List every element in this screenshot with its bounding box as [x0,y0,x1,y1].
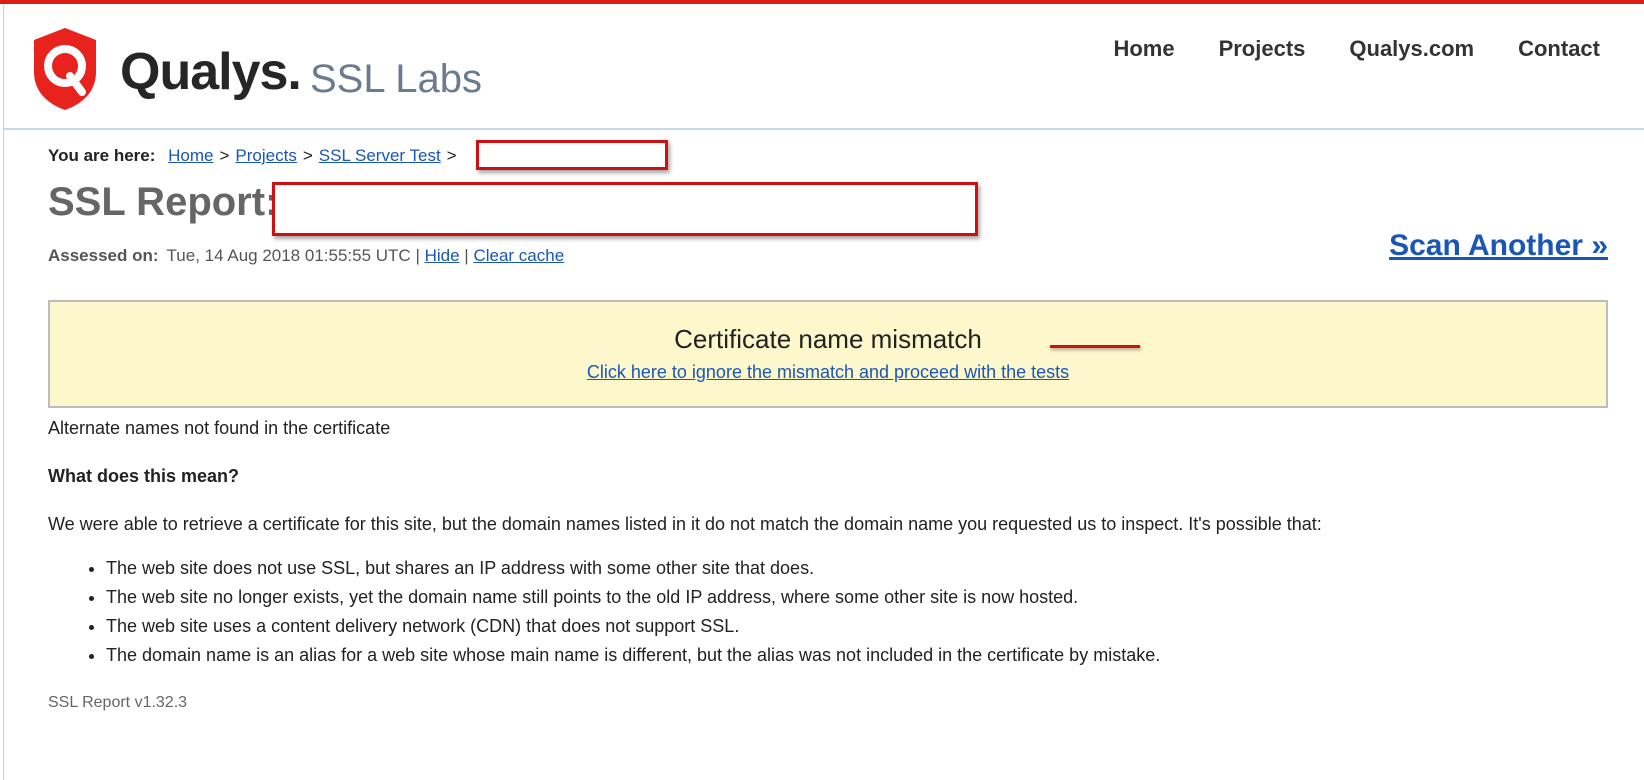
header-divider [4,128,1644,130]
list-item: The web site no longer exists, yet the d… [106,583,1160,612]
alternate-names-text: Alternate names not found in the certifi… [48,418,391,438]
assessed-timestamp: Tue, 14 Aug 2018 01:55:55 UTC [166,246,411,265]
top-nav: Home Projects Qualys.com Contact [1113,34,1600,64]
page-title: SSL Report: [48,180,279,224]
qualys-shield-icon[interactable] [30,26,100,112]
breadcrumb-separator: > [446,146,457,165]
nav-qualys-com[interactable]: Qualys.com [1349,34,1474,64]
breadcrumb-lead: You are here: [48,146,156,165]
ignore-mismatch-link[interactable]: Click here to ignore the mismatch and pr… [587,362,1069,382]
assessment-info: Assessed on: Tue, 14 Aug 2018 01:55:55 UT… [48,244,564,268]
site-header: Qualys. SSL Labs Home Projects Qualys.co… [0,4,1644,129]
scan-another-link[interactable]: Scan Another » [1389,226,1608,266]
explanation-text: We were able to retrieve a certificate f… [48,514,1322,534]
brand-name[interactable]: Qualys. [120,32,302,112]
breadcrumb-projects[interactable]: Projects [235,146,296,165]
reasons-list: The web site does not use SSL, but share… [48,554,1160,670]
product-name: SSL Labs [310,57,482,101]
mismatch-warning-box: Certificate name mismatch Click here to … [48,300,1608,408]
breadcrumb-separator: > [219,146,230,165]
redacted-hostname-title [272,182,978,236]
list-item: The domain name is an alias for a web si… [106,641,1160,670]
report-version: SSL Report v1.32.3 [48,694,188,711]
list-item: The web site uses a content delivery net… [106,612,1160,641]
nav-contact[interactable]: Contact [1518,34,1600,64]
clear-cache-link[interactable]: Clear cache [473,246,564,265]
breadcrumb: You are here: Home > Projects > SSL Server T… [48,144,463,168]
breadcrumb-home[interactable]: Home [168,146,213,165]
divider: | [415,246,420,265]
warning-title: Certificate name mismatch [674,324,982,354]
breadcrumb-separator: > [302,146,313,165]
assessed-label: Assessed on: [48,246,159,265]
annotation-underline [1050,345,1140,348]
warning-link-row: Click here to ignore the mismatch and pr… [50,360,1606,384]
divider: | [464,246,469,265]
breadcrumb-ssl-server-test[interactable]: SSL Server Test [319,146,441,165]
hide-link[interactable]: Hide [425,246,460,265]
nav-home[interactable]: Home [1113,34,1174,64]
nav-projects[interactable]: Projects [1219,34,1306,64]
list-item: The web site does not use SSL, but share… [106,554,1160,583]
question-heading: What does this mean? [48,466,240,486]
redacted-hostname-breadcrumb [476,140,668,170]
